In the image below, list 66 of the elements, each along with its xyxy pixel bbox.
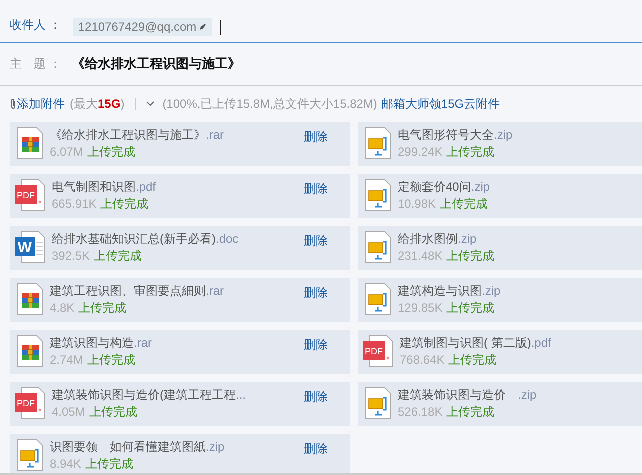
file-name: 建筑识图与构造.rar [50, 335, 153, 352]
add-attachment-link[interactable]: 添加附件 [17, 95, 65, 113]
upload-status: 上传完成 [87, 352, 136, 369]
file-size: 392.5K [52, 248, 90, 265]
upload-summary: (100%,已上传15.8M,总文件大小15.82M) [162, 96, 378, 113]
file-name: 建筑装饰识图与造价(建筑工程工程... [52, 387, 248, 404]
subject-label: 主 题 ： [10, 56, 62, 73]
pencil-icon[interactable] [198, 23, 207, 31]
archive-file-icon [15, 127, 45, 161]
file-size: 231.48K [398, 248, 443, 265]
file-name: 建筑工程识图、审图要点細则.rar [50, 283, 225, 300]
folder-file-icon [363, 283, 393, 317]
folder-file-icon [363, 231, 393, 265]
folder-file-icon [363, 387, 393, 421]
file-size: 4.8K [50, 300, 75, 317]
archive-file-icon [15, 283, 45, 317]
upload-status: 上传完成 [440, 196, 488, 213]
file-size: 8.94K [50, 456, 82, 473]
recipient-chip[interactable]: 1210767429@qq.com [73, 18, 212, 36]
file-size: 768.64K [400, 352, 445, 369]
file-size: 4.05M [52, 404, 86, 421]
upload-status: 上传完成 [446, 144, 495, 161]
delete-link[interactable]: 删除 [304, 128, 328, 146]
file-size: 299.24K [398, 144, 443, 161]
file-name: 定额套价40问.zip [398, 179, 492, 196]
upload-status: 上传完成 [78, 300, 127, 317]
delete-link[interactable]: 删除 [304, 180, 328, 198]
cloud-attachment-link[interactable]: 邮箱大师领15G云附件 [381, 95, 500, 113]
paperclip-icon[interactable] [10, 98, 17, 110]
file-name: 电气图形符号大全.zip [398, 127, 514, 144]
size-limit: (最大15G) [70, 96, 125, 113]
folder-file-icon [363, 127, 393, 161]
archive-file-icon [15, 335, 45, 369]
file-size: 129.85K [398, 300, 443, 317]
chevron-down-icon[interactable] [146, 101, 155, 107]
upload-status: 上传完成 [94, 248, 142, 265]
file-name: 识图要领 如何看懂建筑图紙.zip [50, 439, 226, 456]
upload-status: 上传完成 [85, 456, 134, 473]
file-name: 建筑装饰识图与造价 .zip [398, 387, 538, 404]
file-name: 建筑制图与识图( 第二版).pdf [400, 335, 552, 352]
upload-status: 上传完成 [448, 352, 497, 369]
file-size: 2.74M [50, 352, 84, 369]
upload-status: 上传完成 [446, 248, 495, 265]
delete-link[interactable]: 删除 [304, 232, 328, 250]
file-size: 526.18K [398, 404, 443, 421]
delete-link[interactable]: 删除 [304, 284, 328, 302]
delete-link[interactable]: 删除 [304, 336, 328, 354]
file-size: 6.07M [50, 144, 84, 161]
file-size: 10.98K [398, 196, 436, 213]
file-name: 《给水排水工程识图与施工》.rar [50, 127, 225, 144]
file-name: 建筑构造与识图.zip [398, 283, 502, 300]
file-name: 给排水基础知识汇总(新手必看).doc [52, 231, 240, 248]
delete-link[interactable]: 删除 [304, 388, 328, 406]
upload-status: 上传完成 [89, 404, 138, 421]
file-size: 665.91K [52, 196, 97, 213]
delete-link[interactable]: 删除 [304, 440, 328, 458]
recipient-label: 收件人 ： [10, 17, 62, 34]
upload-status: 上传完成 [87, 144, 136, 161]
text-cursor [220, 20, 221, 35]
upload-status: 上传完成 [446, 404, 495, 421]
upload-status: 上传完成 [446, 300, 495, 317]
subject-value[interactable]: 《给水排水工程识图与施工》 [72, 54, 241, 74]
upload-status: 上传完成 [100, 196, 149, 213]
folder-file-icon [363, 179, 393, 213]
file-name: 给排水图例.zip [398, 231, 478, 248]
file-name: 电气制图和识图.pdf [52, 179, 158, 196]
